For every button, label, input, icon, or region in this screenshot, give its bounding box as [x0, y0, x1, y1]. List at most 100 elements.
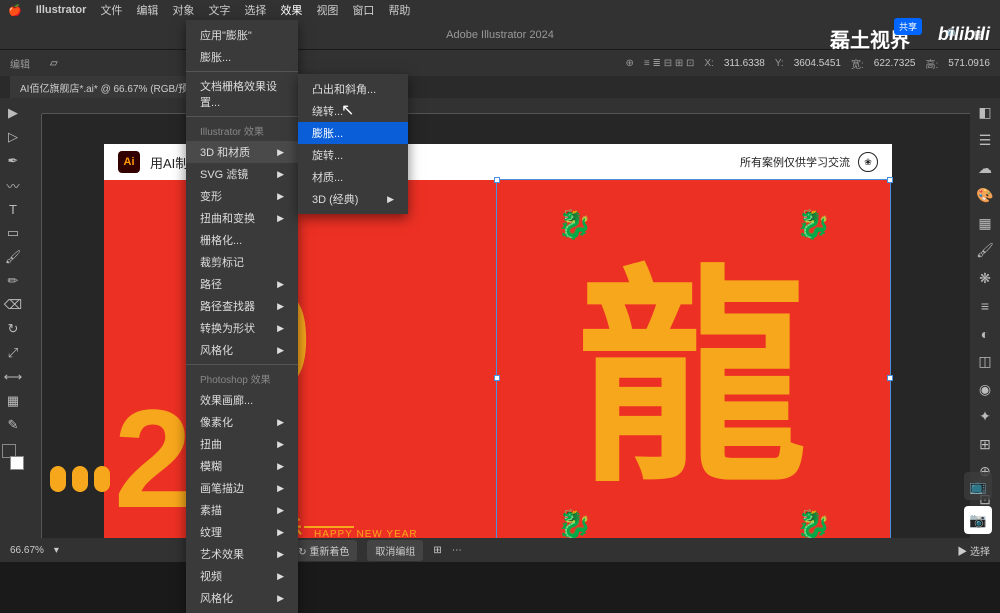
- document-tabs: AI佰亿旗舰店*.ai* @ 66.67% (RGB/预览): [0, 76, 1000, 98]
- more-icon[interactable]: ⊞: [433, 545, 441, 556]
- scale-tool-icon[interactable]: ⤢: [2, 342, 24, 364]
- symbols-panel-icon[interactable]: ❋: [973, 268, 997, 290]
- menu-blur[interactable]: 模糊▶: [186, 455, 298, 477]
- canvas[interactable]: Ai 用AI制作 所有案例仅供学习交流 ❀ 0 24 新年快乐 HAPPY NE…: [26, 98, 970, 538]
- ungroup-button[interactable]: 取消编组: [367, 540, 423, 561]
- appearance-panel-icon[interactable]: ◉: [973, 378, 997, 400]
- menu-select[interactable]: 选择: [244, 2, 266, 18]
- more-icon-2[interactable]: ⋯: [452, 545, 462, 556]
- menu-view[interactable]: 视图: [316, 2, 338, 18]
- x-value[interactable]: 311.6338: [724, 58, 765, 69]
- section-illustrator: Illustrator 效果: [186, 120, 298, 141]
- effects-menu: 应用"膨胀" 膨胀... 文档栅格效果设置... Illustrator 效果 …: [186, 20, 298, 613]
- document-tab[interactable]: AI佰亿旗舰店*.ai* @ 66.67% (RGB/预览): [10, 76, 211, 99]
- menu-pathfinder[interactable]: 路径查找器▶: [186, 295, 298, 317]
- graphic-styles-panel-icon[interactable]: ✦: [973, 406, 997, 428]
- menu-edit[interactable]: 编辑: [136, 2, 158, 18]
- artboard-2[interactable]: 🐉 🐉 🐉 🐉 龍: [497, 180, 890, 538]
- share-badge: 共享: [894, 18, 922, 35]
- menu-pixelate[interactable]: 像素化▶: [186, 411, 298, 433]
- stroke-panel-icon[interactable]: ≡: [973, 295, 997, 317]
- camera-icon[interactable]: 📷: [964, 506, 992, 534]
- menu-rasterize[interactable]: 栅格化...: [186, 229, 298, 251]
- artboard-1[interactable]: 0 24 新年快乐 HAPPY NEW YEAR: [104, 180, 497, 538]
- layers-panel-icon[interactable]: ☰: [973, 130, 997, 152]
- color-panel-icon[interactable]: 🎨: [973, 185, 997, 207]
- recolor-button[interactable]: ↻ 重新着色: [290, 540, 357, 561]
- rotate-tool-icon[interactable]: ↻: [2, 318, 24, 340]
- gradient-tool-icon[interactable]: ▦: [2, 390, 24, 412]
- curvature-tool-icon[interactable]: 〰: [2, 174, 24, 196]
- menu-brush-strokes[interactable]: 画笔描边▶: [186, 477, 298, 499]
- transparency-panel-icon[interactable]: ◫: [973, 351, 997, 373]
- pen-tool-icon[interactable]: ✒: [2, 150, 24, 172]
- menu-warp[interactable]: 变形▶: [186, 185, 298, 207]
- menu-distort-ps[interactable]: 扭曲▶: [186, 433, 298, 455]
- transform-icon[interactable]: ⊕: [626, 58, 634, 69]
- rectangle-tool-icon[interactable]: ▭: [2, 222, 24, 244]
- selection-handle[interactable]: [887, 375, 893, 381]
- menu-apply-last[interactable]: 应用"膨胀": [186, 24, 298, 46]
- ruler-corner[interactable]: [26, 98, 42, 114]
- menu-video[interactable]: 视频▶: [186, 565, 298, 587]
- menu-object[interactable]: 对象: [172, 2, 194, 18]
- brush-tool-icon[interactable]: 🖌: [2, 246, 24, 268]
- selection-handle[interactable]: [494, 375, 500, 381]
- menu-3d[interactable]: 3D 和材质▶: [186, 141, 298, 163]
- menu-distort[interactable]: 扭曲和变换▶: [186, 207, 298, 229]
- h-value[interactable]: 571.0916: [948, 58, 990, 69]
- menu-texture[interactable]: 纹理▶: [186, 521, 298, 543]
- properties-panel-icon[interactable]: ◧: [973, 102, 997, 124]
- menu-path[interactable]: 路径▶: [186, 273, 298, 295]
- menu-crop-marks[interactable]: 裁剪标记: [186, 251, 298, 273]
- menu-type[interactable]: 文字: [208, 2, 230, 18]
- menu-svg-filters[interactable]: SVG 滤镜▶: [186, 163, 298, 185]
- menu-convert-shape[interactable]: 转换为形状▶: [186, 317, 298, 339]
- align-panel-icon[interactable]: ⊞: [973, 434, 997, 456]
- header-right-text: 所有案例仅供学习交流: [740, 154, 850, 170]
- direct-selection-tool-icon[interactable]: ▷: [2, 126, 24, 148]
- menu-effect[interactable]: 效果: [280, 2, 302, 18]
- brushes-panel-icon[interactable]: 🖌: [973, 240, 997, 262]
- menu-sketch[interactable]: 素描▶: [186, 499, 298, 521]
- ruler-vertical[interactable]: [26, 98, 42, 538]
- tv-icon[interactable]: 📺: [964, 472, 992, 500]
- shaper-tool-icon[interactable]: ✏: [2, 270, 24, 292]
- apple-icon[interactable]: 🍎: [8, 4, 22, 17]
- width-tool-icon[interactable]: ⟷: [2, 366, 24, 388]
- selection-handle[interactable]: [887, 177, 893, 183]
- color-swatches[interactable]: [2, 444, 24, 470]
- zoom-dropdown-icon[interactable]: ▾: [54, 545, 59, 556]
- menu-effect-gallery[interactable]: 效果画廊...: [186, 389, 298, 411]
- menu-inflate[interactable]: 膨胀...: [298, 122, 408, 144]
- divider-line: [304, 526, 354, 528]
- menu-extrude[interactable]: 凸出和斜角...: [298, 78, 408, 100]
- select-label: ▶ 选择: [957, 543, 990, 558]
- menu-stylize-ps[interactable]: 风格化▶: [186, 587, 298, 609]
- eraser-tool-icon[interactable]: ⌫: [2, 294, 24, 316]
- zoom-level[interactable]: 66.67%: [10, 545, 44, 556]
- align-icons[interactable]: ≡ ≣ ⊟ ⊞ ⊡: [644, 58, 694, 69]
- menu-last-effect[interactable]: 膨胀...: [186, 46, 298, 68]
- stroke-icon[interactable]: ▱: [50, 58, 58, 69]
- menu-raster-settings[interactable]: 文档栅格效果设置...: [186, 75, 298, 113]
- w-value[interactable]: 622.7325: [874, 58, 916, 69]
- menu-window[interactable]: 窗口: [352, 2, 374, 18]
- menu-3d-classic[interactable]: 3D (经典)▶: [298, 188, 408, 210]
- menu-help[interactable]: 帮助: [388, 2, 410, 18]
- y-value[interactable]: 3604.5451: [794, 58, 841, 69]
- eyedropper-tool-icon[interactable]: ✎: [2, 414, 24, 436]
- type-tool-icon[interactable]: T: [2, 198, 24, 220]
- selection-handle[interactable]: [494, 177, 500, 183]
- menu-stylize[interactable]: 风格化▶: [186, 339, 298, 361]
- menu-materials[interactable]: 材质...: [298, 166, 408, 188]
- gradient-panel-icon[interactable]: ◐: [973, 323, 997, 345]
- swatches-panel-icon[interactable]: ▦: [973, 213, 997, 235]
- selection-tool-icon[interactable]: ▶: [2, 102, 24, 124]
- libraries-panel-icon[interactable]: ☁: [973, 157, 997, 179]
- menu-rotate-3d[interactable]: 旋转...: [298, 144, 408, 166]
- app-name: Illustrator: [36, 4, 87, 16]
- ruler-horizontal[interactable]: [42, 98, 970, 114]
- y-label: Y:: [775, 58, 784, 69]
- menu-file[interactable]: 文件: [100, 2, 122, 18]
